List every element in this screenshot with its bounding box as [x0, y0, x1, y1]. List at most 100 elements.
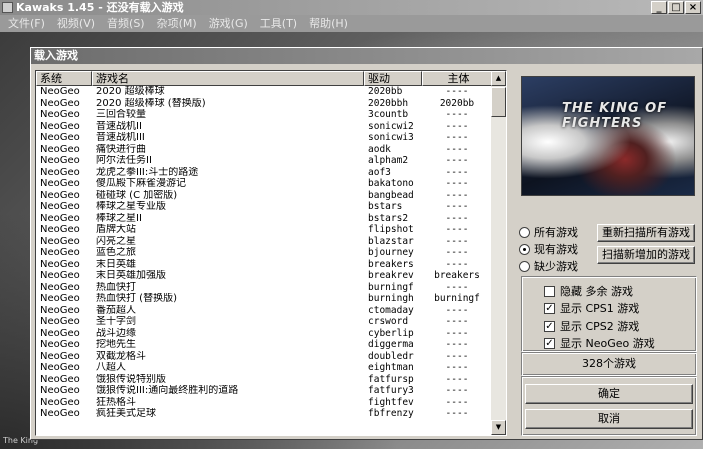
checkbox-label: 隐藏 多余 游戏	[560, 285, 633, 298]
row-parent: ----	[445, 281, 469, 293]
table-row[interactable]: NeoGeo 末日英雄加强版 breakrev breakers	[36, 270, 492, 282]
table-row[interactable]: NeoGeo 闪亮之星 blazstar ----	[36, 236, 492, 248]
list-scrollbar[interactable]: ▲ ▼	[491, 71, 506, 435]
table-row[interactable]: NeoGeo 阿尔法任务II alpham2 ----	[36, 155, 492, 167]
column-system[interactable]: 系统	[36, 71, 92, 86]
row-game-name: 饿狼传说特别版	[96, 373, 166, 385]
row-game-name: 圣十字剑	[96, 316, 136, 327]
game-list[interactable]: 系统 游戏名 驱动 主体 NeoGeo 2020 超级棒球 2020bb ---- Ne…	[35, 70, 507, 436]
table-row[interactable]: NeoGeo 双截龙格斗 doubledr ----	[36, 351, 492, 363]
table-row[interactable]: NeoGeo 挖地先生 diggerma ----	[36, 339, 492, 351]
row-game-name: 音速战机III	[96, 132, 145, 143]
row-driver: fatfursp	[368, 373, 414, 385]
cancel-button[interactable]: 取消	[525, 409, 693, 429]
row-system: NeoGeo	[40, 350, 80, 362]
row-game-name: 番茄超人	[96, 304, 136, 316]
table-row[interactable]: NeoGeo 碰碰球 (C 加密版) bangbead ----	[36, 190, 492, 202]
display-options-group: 隐藏 多余 游戏 ✓ 显示 CPS1 游戏 ✓ 显示 CPS2 游戏 ✓ 显示 …	[521, 276, 697, 352]
table-row[interactable]: NeoGeo 棒球之星专业版 bstars ----	[36, 201, 492, 213]
show-neogeo-checkbox[interactable]: ✓ 显示 NeoGeo 游戏	[544, 335, 655, 351]
row-parent: ----	[445, 155, 469, 166]
hide-extra-checkbox[interactable]: 隐藏 多余 游戏	[544, 283, 633, 299]
row-parent: ----	[445, 373, 469, 385]
menu-misc[interactable]: 杂项(M)	[151, 15, 203, 32]
table-row[interactable]: NeoGeo 圣十字剑 crsword ----	[36, 316, 492, 328]
row-game-name: 热血快打	[96, 281, 136, 293]
table-row[interactable]: NeoGeo 疯狂美式足球 fbfrenzy ----	[36, 408, 492, 420]
table-row[interactable]: NeoGeo 三回合较量 3countb ----	[36, 109, 492, 121]
table-row[interactable]: NeoGeo 傻瓜殿下麻雀漫游记 bakatono ----	[36, 178, 492, 190]
row-system: NeoGeo	[40, 120, 80, 132]
row-driver: breakrev	[368, 270, 414, 281]
table-row[interactable]: NeoGeo 痛快进行曲 aodk ----	[36, 144, 492, 156]
row-parent: ----	[445, 189, 469, 201]
scroll-up-icon[interactable]: ▲	[491, 71, 506, 86]
table-row[interactable]: NeoGeo 龙虎之拳III:斗士的路途 aof3 ----	[36, 167, 492, 179]
table-row[interactable]: NeoGeo 蓝色之旅 bjourney ----	[36, 247, 492, 259]
table-row[interactable]: NeoGeo 饿狼传说III:通向最终胜利的道路 fatfury3 ----	[36, 385, 492, 397]
menu-audio[interactable]: 音频(S)	[101, 15, 151, 32]
show-cps2-checkbox[interactable]: ✓ 显示 CPS2 游戏	[544, 318, 639, 334]
row-parent: ----	[445, 350, 469, 362]
table-row[interactable]: NeoGeo 战斗边缘 cyberlip ----	[36, 328, 492, 340]
row-game-name: 狂热格斗	[96, 396, 136, 408]
show-cps1-checkbox[interactable]: ✓ 显示 CPS1 游戏	[544, 300, 639, 316]
table-row[interactable]: NeoGeo 盾牌大站 flipshot ----	[36, 224, 492, 236]
radio-dot-icon	[519, 226, 530, 238]
column-driver[interactable]: 驱动	[364, 71, 422, 86]
row-game-name: 八超人	[96, 362, 126, 373]
maximize-button[interactable]: □	[668, 1, 684, 14]
row-parent: ----	[445, 362, 469, 373]
row-driver: burningf	[368, 281, 414, 293]
menu-tools[interactable]: 工具(T)	[254, 15, 303, 32]
table-row[interactable]: NeoGeo 饿狼传说特别版 fatfursp ----	[36, 374, 492, 386]
close-button[interactable]: ×	[685, 1, 701, 14]
row-parent: ----	[445, 304, 469, 316]
row-driver: diggerma	[368, 339, 414, 350]
row-parent: ----	[445, 212, 469, 224]
menu-game[interactable]: 游戏(G)	[203, 15, 254, 32]
scroll-down-icon[interactable]: ▼	[491, 420, 506, 435]
row-parent: ----	[445, 132, 469, 143]
row-game-name: 傻瓜殿下麻雀漫游记	[96, 178, 186, 189]
row-game-name: 热血快打 (替换版)	[96, 293, 177, 304]
row-parent: ----	[445, 201, 469, 212]
table-row[interactable]: NeoGeo 热血快打 (替换版) burningh burningf	[36, 293, 492, 305]
table-row[interactable]: NeoGeo 棒球之星II bstars2 ----	[36, 213, 492, 225]
table-row[interactable]: NeoGeo 八超人 eightman ----	[36, 362, 492, 374]
filter-radio-group: 所有游戏 现有游戏 缺少游戏 重新扫描所有游戏 扫描新增加的游戏	[519, 220, 697, 276]
table-row[interactable]: NeoGeo 狂热格斗 fightfev ----	[36, 397, 492, 409]
menu-file[interactable]: 文件(F)	[2, 15, 51, 32]
load-game-dialog: 载入游戏 系统 游戏名 驱动 主体 NeoGeo 2020 超级棒球 2020bb -…	[30, 47, 703, 440]
table-row[interactable]: NeoGeo 番茄超人 ctomaday ----	[36, 305, 492, 317]
radio-label: 缺少游戏	[534, 260, 578, 273]
menu-video[interactable]: 视频(V)	[51, 15, 101, 32]
row-system: NeoGeo	[40, 362, 80, 373]
table-row[interactable]: NeoGeo 音速战机III sonicwi3 ----	[36, 132, 492, 144]
table-row[interactable]: NeoGeo 末日英雄 breakers ----	[36, 259, 492, 271]
row-system: NeoGeo	[40, 166, 80, 178]
scroll-thumb[interactable]	[491, 87, 506, 117]
rescan-all-button[interactable]: 重新扫描所有游戏	[597, 224, 695, 242]
minimize-button[interactable]: _	[651, 1, 667, 14]
action-buttons-group: 确定 取消	[521, 376, 697, 436]
table-row[interactable]: NeoGeo 2020 超级棒球 (替换版) 2020bbh 2020bb	[36, 98, 492, 110]
row-driver: cyberlip	[368, 327, 414, 339]
row-parent: 2020bb	[439, 97, 475, 109]
row-parent: ----	[445, 86, 469, 97]
table-row[interactable]: NeoGeo 热血快打 burningf ----	[36, 282, 492, 294]
radio-missing-games[interactable]: 缺少游戏	[519, 258, 578, 274]
row-driver: bangbead	[368, 189, 414, 201]
radio-all-games[interactable]: 所有游戏	[519, 224, 578, 240]
table-row[interactable]: NeoGeo 2020 超级棒球 2020bb ----	[36, 86, 492, 98]
scan-new-button[interactable]: 扫描新增加的游戏	[597, 246, 695, 264]
row-driver: sonicwi3	[368, 132, 414, 143]
row-parent: ----	[445, 178, 469, 189]
column-game-name[interactable]: 游戏名	[92, 71, 364, 86]
row-system: NeoGeo	[40, 189, 80, 201]
table-row[interactable]: NeoGeo 音速战机II sonicwi2 ----	[36, 121, 492, 133]
menu-help[interactable]: 帮助(H)	[303, 15, 354, 32]
radio-available-games[interactable]: 现有游戏	[519, 241, 578, 257]
column-parent[interactable]: 主体	[422, 71, 492, 86]
ok-button[interactable]: 确定	[525, 384, 693, 404]
